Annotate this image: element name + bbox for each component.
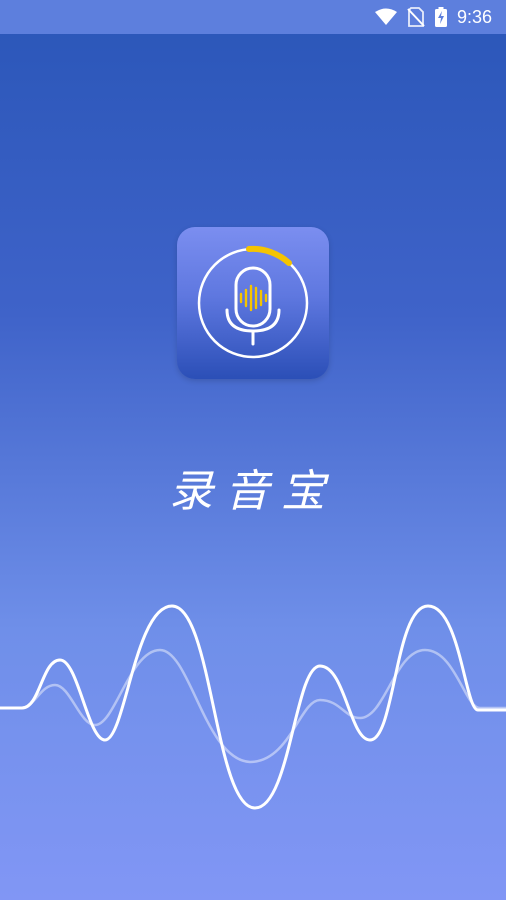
- no-sim-icon: [407, 7, 425, 27]
- status-time: 9:36: [456, 6, 492, 27]
- app-logo: [177, 227, 329, 379]
- status-bar: 9:36: [0, 0, 506, 34]
- battery-charging-icon: [434, 7, 447, 27]
- wifi-icon: [374, 8, 397, 26]
- app-name: 录音宝: [169, 466, 337, 517]
- sound-wave-decoration: [0, 604, 506, 810]
- microphone-icon: [197, 245, 309, 359]
